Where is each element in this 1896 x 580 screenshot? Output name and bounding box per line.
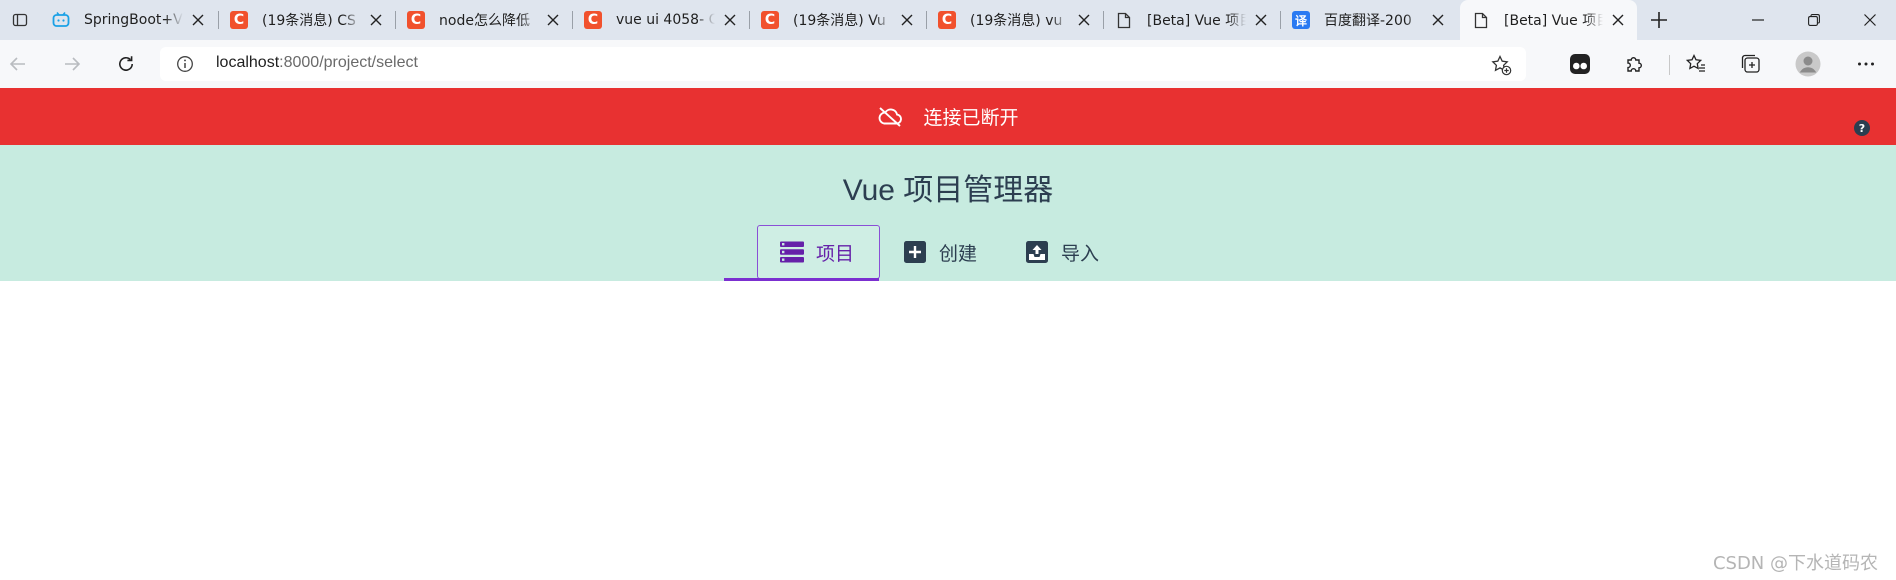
new-tab-button[interactable]: [1643, 4, 1675, 36]
puzzle-icon: [1627, 57, 1642, 72]
tab-title: node怎么降低: [439, 13, 530, 29]
avatar-icon: [1795, 51, 1821, 77]
url-path: :8000/project/select: [279, 54, 418, 71]
tab-import[interactable]: 导入: [1025, 225, 1099, 279]
reload-button[interactable]: [110, 48, 142, 80]
tab-title: SpringBoot+V: [84, 12, 183, 28]
reload-icon: [119, 56, 133, 71]
profile-button[interactable]: [1794, 50, 1822, 78]
collections-button[interactable]: [1737, 50, 1765, 78]
forward-button[interactable]: [56, 48, 88, 80]
add-box-icon: [903, 240, 927, 264]
site-info-icon[interactable]: [176, 55, 194, 73]
browser-tab[interactable]: 译 百度翻译-200: [1280, 0, 1457, 40]
tab-label: 项目: [816, 242, 855, 265]
tab-label: 导入: [1061, 242, 1100, 265]
arrow-left-icon: [9, 57, 25, 71]
extensions-button[interactable]: [1621, 50, 1649, 78]
connection-status-banner: 连接已断开 ?: [0, 88, 1896, 145]
csdn-icon: C: [761, 11, 779, 29]
cloud-off-icon: [879, 106, 903, 127]
browser-toolbar: localhost:8000/project/select: [0, 40, 1896, 88]
csdn-icon: C: [230, 11, 248, 29]
close-tab-icon[interactable]: [898, 11, 916, 29]
extension-tampermonkey-button[interactable]: [1566, 50, 1594, 78]
browser-tab[interactable]: C (19条消息) vu: [926, 0, 1103, 40]
browser-tab[interactable]: [Beta] Vue 项目: [1103, 0, 1280, 40]
tab-create[interactable]: 创建: [903, 225, 977, 279]
close-tab-icon[interactable]: [721, 11, 739, 29]
tab-label: 创建: [939, 242, 978, 265]
minimize-button[interactable]: [1730, 0, 1786, 40]
page-title: Vue 项目管理器: [842, 174, 1054, 207]
browser-tab[interactable]: C (19条消息) CS: [218, 0, 395, 40]
collections-icon: [1741, 54, 1760, 73]
tab-title: vue ui 4058- C: [616, 12, 715, 28]
browser-tab[interactable]: C node怎么降低: [395, 0, 572, 40]
arrow-right-icon: [65, 57, 81, 71]
browser-tab[interactable]: SpringBoot+V: [40, 0, 217, 40]
close-icon: [1864, 14, 1876, 26]
close-window-button[interactable]: [1842, 0, 1896, 40]
tab-title: [Beta] Vue 项目: [1504, 13, 1603, 29]
more-horizontal-icon: [1858, 62, 1874, 66]
url-text[interactable]: localhost:8000/project/select: [216, 54, 418, 72]
bilibili-icon: [52, 11, 70, 29]
csdn-icon: C: [938, 11, 956, 29]
import-icon: [1025, 240, 1049, 264]
csdn-icon: C: [407, 11, 425, 29]
back-button[interactable]: [2, 48, 34, 80]
close-tab-icon[interactable]: [544, 11, 562, 29]
close-tab-icon[interactable]: [189, 11, 207, 29]
close-tab-icon[interactable]: [1075, 11, 1093, 29]
favorites-button[interactable]: [1682, 50, 1710, 78]
csdn-icon: C: [584, 11, 602, 29]
help-icon[interactable]: ?: [1854, 120, 1870, 136]
tab-title: 百度翻译-200: [1324, 13, 1412, 29]
add-favorite-icon[interactable]: [1490, 54, 1512, 76]
tab-title: (19条消息) vu: [970, 13, 1063, 29]
settings-more-button[interactable]: [1852, 50, 1880, 78]
tab-title: (19条消息) Vu: [793, 13, 886, 29]
url-host: localhost: [216, 54, 280, 71]
close-tab-icon[interactable]: [1252, 11, 1270, 29]
close-tab-icon[interactable]: [367, 11, 385, 29]
browser-tab[interactable]: C (19条消息) Vu: [749, 0, 926, 40]
restore-icon: [1808, 14, 1820, 26]
restore-button[interactable]: [1786, 0, 1842, 40]
favorites-icon: [1685, 53, 1705, 72]
tampermonkey-icon: [1570, 54, 1590, 74]
list-icon: [780, 240, 804, 264]
selected-tab-indicator: [724, 278, 879, 281]
watermark-text: CSDN @下水道码农: [1712, 553, 1878, 574]
minimize-icon: [1752, 19, 1764, 21]
address-bar[interactable]: localhost:8000/project/select: [160, 47, 1526, 81]
tab-title: [Beta] Vue 项目: [1147, 13, 1246, 29]
connection-status-text: 连接已断开: [923, 107, 1019, 129]
browser-tab[interactable]: C vue ui 4058- C: [572, 0, 749, 40]
close-tab-icon[interactable]: [1429, 11, 1447, 29]
tab-actions-icon: [12, 13, 28, 27]
page-icon: [1472, 11, 1490, 29]
baidu-translate-icon: 译: [1292, 11, 1310, 29]
tab-title: (19条消息) CS: [262, 13, 356, 29]
tab-projects[interactable]: 项目: [757, 225, 880, 279]
tab-actions-button[interactable]: [0, 0, 40, 40]
page-icon: [1115, 11, 1133, 29]
close-tab-icon[interactable]: [1609, 11, 1627, 29]
plus-icon: [1651, 12, 1667, 28]
browser-tab-strip: SpringBoot+V C (19条消息) CS C node怎么降低 C v…: [0, 0, 1896, 40]
browser-tab-active[interactable]: [Beta] Vue 项目: [1460, 0, 1637, 40]
